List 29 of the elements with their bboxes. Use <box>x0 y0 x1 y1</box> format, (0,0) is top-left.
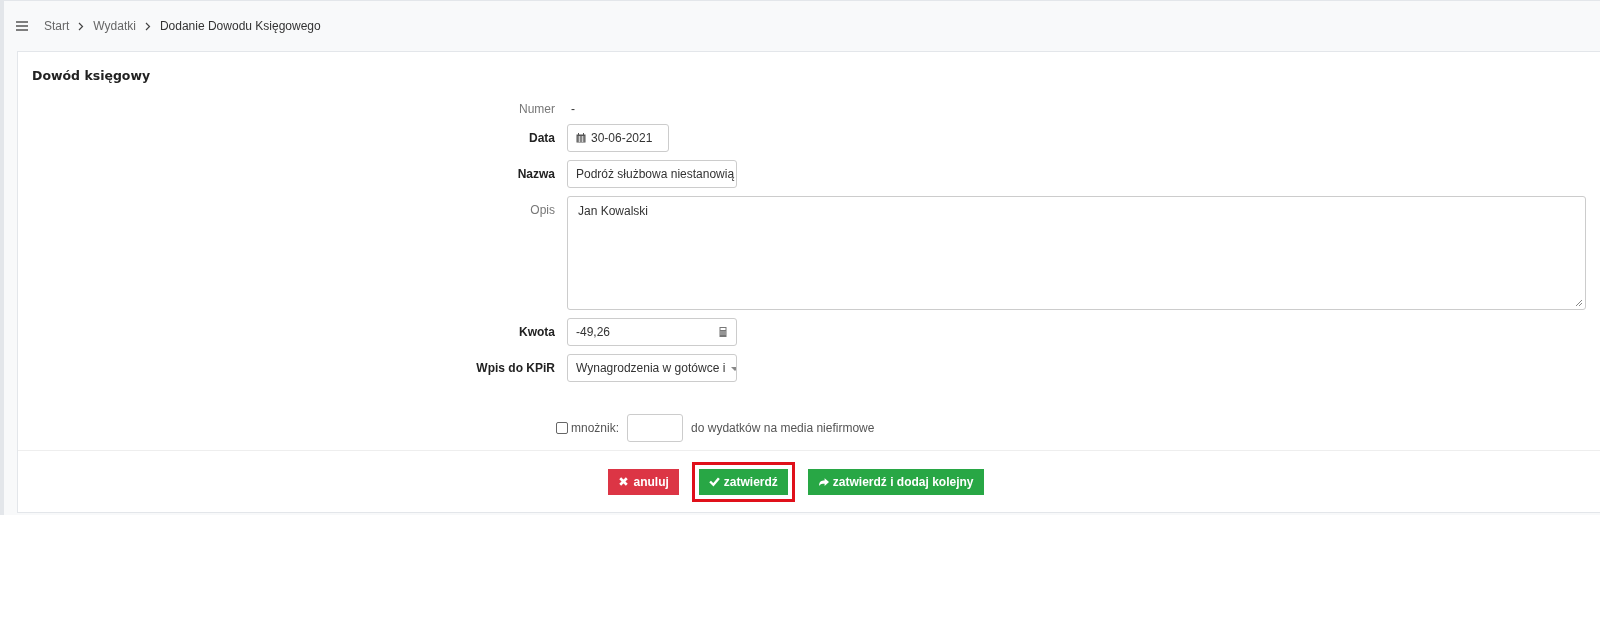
chevron-icon <box>144 21 151 31</box>
kpir-select[interactable]: Wynagrodzenia w gotówce i <box>567 354 737 382</box>
breadcrumb-link[interactable]: Wydatki <box>93 19 136 33</box>
calendar-icon <box>576 133 586 143</box>
share-arrow-icon <box>817 476 829 487</box>
field-label: Data <box>528 130 555 145</box>
multiplier-field[interactable] <box>627 414 684 442</box>
name-field[interactable]: Podróż służbowa niestanowią <box>567 160 737 188</box>
field-label: Nazwa <box>516 166 555 181</box>
check-icon <box>708 476 720 487</box>
field-label: Opis <box>529 202 555 217</box>
field-label: Kwota <box>518 324 555 339</box>
menu-icon[interactable] <box>16 21 28 31</box>
calculator-icon <box>718 327 728 337</box>
description-field[interactable]: Jan Kowalski <box>567 196 1586 310</box>
amount-field[interactable]: -49,26 <box>567 318 737 346</box>
date-field[interactable]: 30-06-2021 <box>567 124 669 152</box>
chevron-icon <box>78 21 85 31</box>
number-value: - <box>570 101 576 116</box>
breadcrumb-link[interactable]: Start <box>44 19 70 33</box>
resize-grip-icon[interactable] <box>1575 299 1583 307</box>
card-title: Dowód księgowy <box>31 67 152 85</box>
cancel-button[interactable]: anuluj <box>608 468 679 495</box>
field-label: Wpis do KPiR <box>475 360 555 375</box>
multiplier-checkbox[interactable] <box>556 422 568 434</box>
multiplier-label: mnożnik: <box>571 421 620 435</box>
field-label: Numer <box>518 101 555 116</box>
close-icon <box>618 476 630 487</box>
multiplier-description: do wydatków na media niefirmowe <box>691 421 875 435</box>
